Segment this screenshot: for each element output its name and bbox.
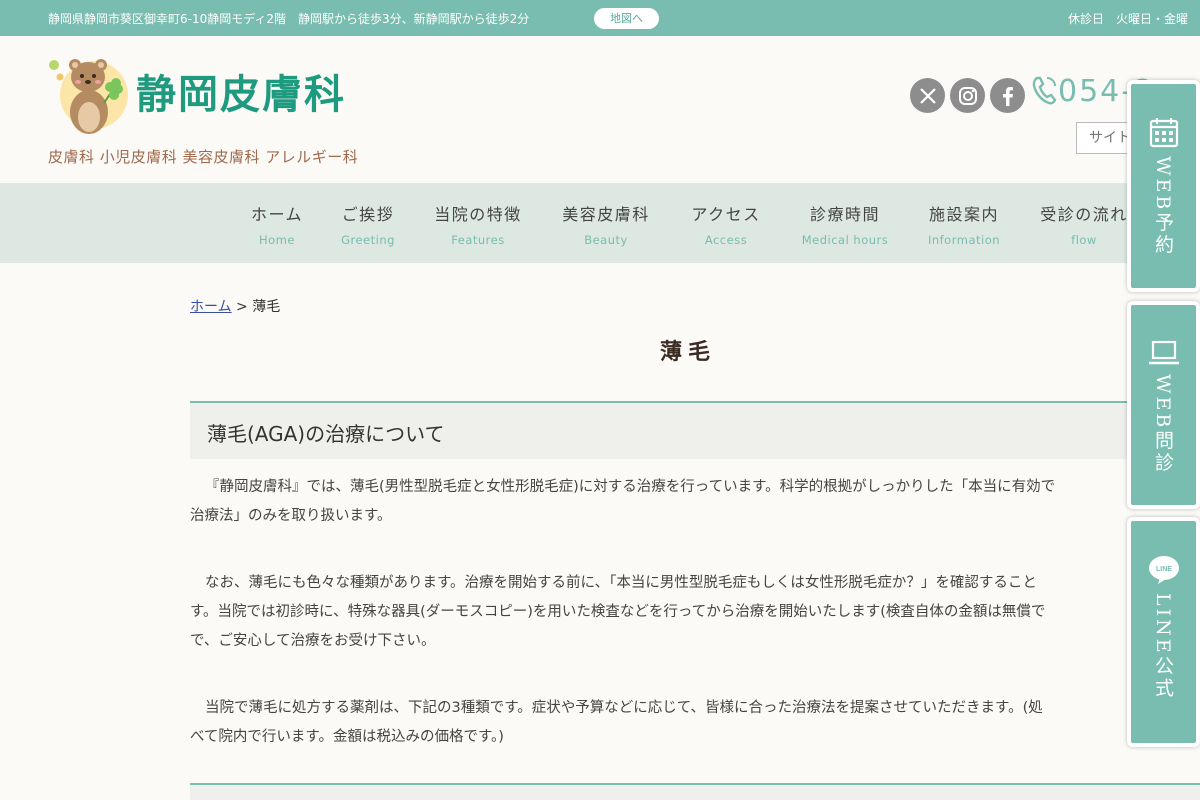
nav-item-medical-hours[interactable]: 診療時間 Medical hours bbox=[796, 201, 894, 247]
page-title: 薄毛 bbox=[659, 339, 716, 365]
nav-item-home[interactable]: ホーム Home bbox=[248, 201, 306, 247]
x-icon[interactable] bbox=[910, 78, 945, 113]
map-button[interactable]: 地図へ bbox=[594, 8, 659, 29]
site-subtitle: 皮膚科 小児皮膚科 美容皮膚科 アレルギー科 bbox=[48, 148, 359, 166]
phone-icon bbox=[1032, 76, 1057, 105]
main-nav: ホーム Home ご挨拶 Greeting 当院の特徴 Features 美容皮… bbox=[0, 183, 1200, 263]
nav-item-greeting[interactable]: ご挨拶 Greeting bbox=[338, 201, 398, 247]
paragraph-diagnosis: なお、薄毛にも色々な種類があります。治療を開始する前に、「本当に男性型脱毛症もし… bbox=[190, 575, 1046, 649]
nav-item-beauty[interactable]: 美容皮膚科 Beauty bbox=[558, 201, 654, 247]
instagram-icon[interactable] bbox=[950, 78, 985, 113]
top-info-bar: 静岡県静岡市葵区御幸町6-10静岡モディ2階 静岡駅から徒歩3分、新静岡駅から徒… bbox=[0, 0, 1200, 36]
section-heading: 薄毛(AGA)の治療について bbox=[190, 401, 1200, 459]
calendar-icon bbox=[1149, 118, 1178, 148]
quokka-logo[interactable] bbox=[46, 55, 130, 137]
breadcrumb-current: 薄毛 bbox=[252, 299, 281, 315]
line-icon: LINE bbox=[1148, 556, 1179, 584]
next-section-heading bbox=[190, 783, 1200, 800]
web-questionnaire-button[interactable]: WEB問診 bbox=[1127, 301, 1200, 509]
nav-item-features[interactable]: 当院の特徴 Features bbox=[430, 201, 526, 247]
closed-days: 休診日 火曜日・金曜 bbox=[1068, 12, 1189, 26]
svg-text:LINE: LINE bbox=[1156, 566, 1172, 573]
section-title: 薄毛(AGA)の治療について bbox=[207, 422, 445, 446]
line-official-label: LINE公式 bbox=[1152, 593, 1174, 700]
paragraph-intro: 『静岡皮膚科』では、薄毛(男性型脱毛症と女性形脱毛症)に対する治療を行っています… bbox=[190, 479, 1056, 524]
site-title[interactable]: 静岡皮膚科 bbox=[136, 70, 346, 120]
clinic-address: 静岡県静岡市葵区御幸町6-10静岡モディ2階 静岡駅から徒歩3分、新静岡駅から徒… bbox=[48, 12, 530, 26]
line-official-button[interactable]: LINE LINE公式 bbox=[1127, 517, 1200, 747]
nav-item-access[interactable]: アクセス Access bbox=[686, 201, 766, 247]
breadcrumb-home-link[interactable]: ホーム bbox=[190, 299, 232, 315]
nav-item-information[interactable]: 施設案内 Information bbox=[924, 201, 1004, 247]
web-questionnaire-label: WEB問診 bbox=[1152, 374, 1174, 475]
nav-item-flow[interactable]: 受診の流れ flow bbox=[1034, 201, 1134, 247]
web-reservation-button[interactable]: WEB予約 bbox=[1127, 80, 1200, 292]
facebook-icon[interactable] bbox=[990, 78, 1025, 113]
paragraph-medication: 当院で薄毛に処方する薬剤は、下記の3種類です。症状や予算などに応じて、皆様に合っ… bbox=[190, 700, 1043, 745]
laptop-icon bbox=[1148, 340, 1179, 365]
web-reservation-label: WEB予約 bbox=[1152, 156, 1174, 257]
breadcrumb: ホーム > 薄毛 bbox=[190, 299, 281, 315]
